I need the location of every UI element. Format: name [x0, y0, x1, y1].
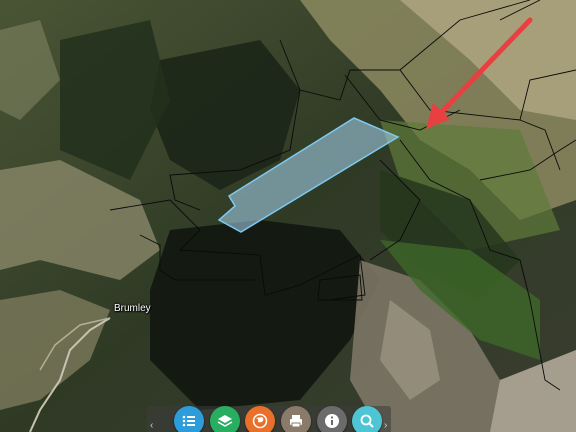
info-icon: [325, 414, 339, 428]
list-icon: [182, 415, 195, 427]
layers-icon: [217, 415, 233, 427]
layers-button[interactable]: [210, 406, 240, 432]
print-button[interactable]: [281, 406, 311, 432]
printer-icon: [290, 415, 302, 428]
globe-icon: [252, 413, 268, 429]
legend-button[interactable]: [174, 406, 204, 432]
search-icon: [360, 414, 374, 428]
toolbar-scroll-left-icon[interactable]: ‹: [150, 420, 153, 431]
selected-parcel[interactable]: [217, 117, 400, 233]
place-label-brumley: Brumley: [114, 303, 151, 314]
pointer-arrow: [426, 17, 533, 129]
basemap-button[interactable]: [245, 406, 275, 432]
info-button[interactable]: [317, 406, 347, 432]
map-view[interactable]: Brumley ‹ ›: [0, 0, 576, 432]
search-button[interactable]: [352, 406, 382, 432]
toolbar-scroll-right-icon[interactable]: ›: [384, 420, 387, 431]
